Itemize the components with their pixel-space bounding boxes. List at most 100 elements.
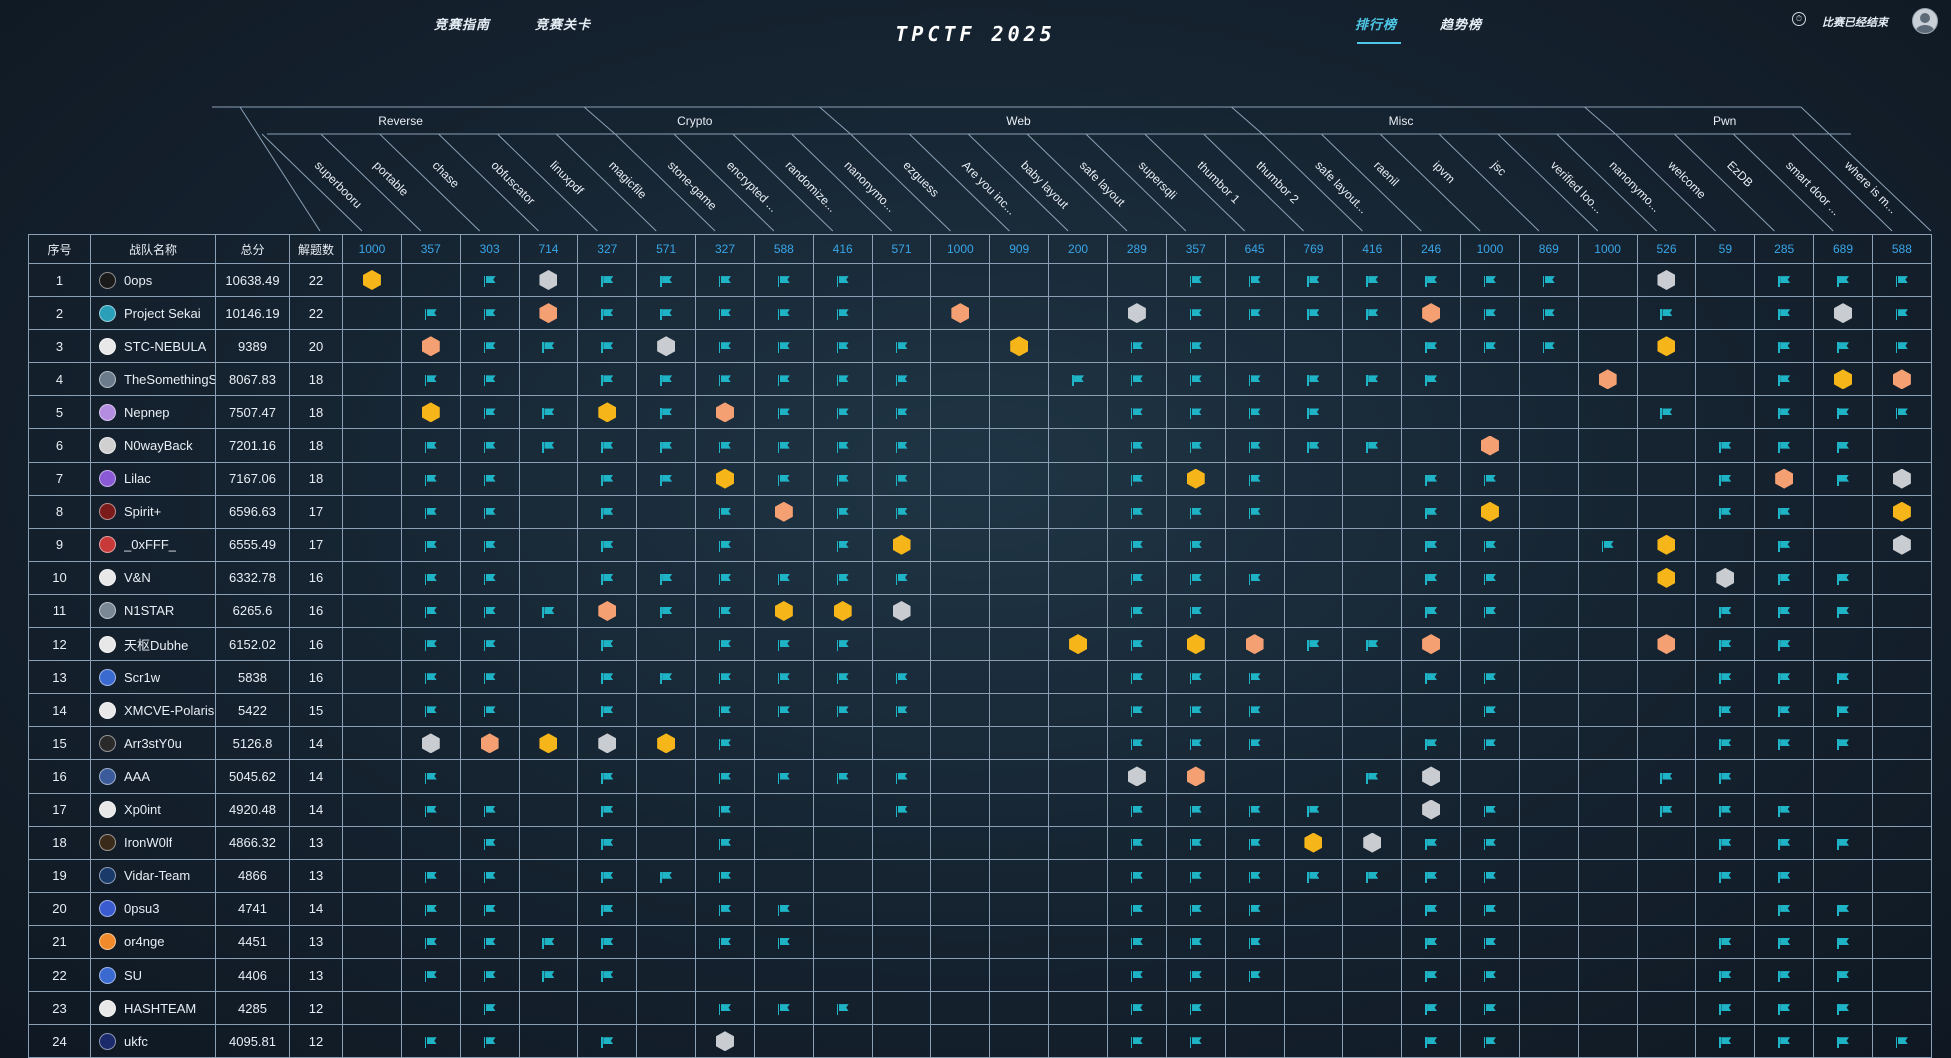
challenge-name-label[interactable]: magicfile: [606, 158, 650, 202]
table-row[interactable]: 16 AAA 5045.62 14: [28, 759, 1932, 794]
challenge-name-label[interactable]: raenil: [1371, 158, 1402, 189]
team-name[interactable]: ukfc: [124, 1034, 148, 1049]
table-row[interactable]: 2 Project Sekai 10146.19 22: [28, 296, 1932, 331]
team-cell[interactable]: 0ops: [90, 262, 216, 298]
table-row[interactable]: 14 XMCVE-Polaris 5422 15: [28, 693, 1932, 728]
team-cell[interactable]: Xp0int: [90, 792, 216, 827]
team-name[interactable]: Project Sekai: [124, 306, 201, 321]
team-name[interactable]: N0wayBack: [124, 438, 193, 453]
team-name[interactable]: 0ops: [124, 273, 152, 288]
challenge-name-label[interactable]: nanonymo...: [1607, 158, 1664, 215]
team-cell[interactable]: TheSomethingSome: [90, 362, 216, 397]
team-cell[interactable]: Project Sekai: [90, 296, 216, 331]
challenge-name-label[interactable]: stone-game: [665, 158, 720, 213]
team-name[interactable]: 天枢Dubhe: [124, 635, 188, 654]
table-row[interactable]: 8 Spirit+ 6596.63 17: [28, 494, 1932, 529]
team-cell[interactable]: HASHTEAM: [90, 991, 216, 1026]
team-name[interactable]: Lilac: [124, 471, 151, 486]
challenge-name-label[interactable]: chase: [430, 158, 463, 191]
solve-cell: [1224, 825, 1285, 860]
team-name[interactable]: XMCVE-Polaris: [124, 703, 214, 718]
team-cell[interactable]: Lilac: [90, 461, 216, 496]
table-row[interactable]: 7 Lilac 7167.06 18: [28, 461, 1932, 496]
team-name[interactable]: Spirit+: [124, 504, 161, 519]
table-row[interactable]: 1 0ops 10638.49 22: [28, 262, 1932, 298]
table-row[interactable]: 22 SU 4406 13: [28, 957, 1932, 993]
challenge-name-label[interactable]: ezguess: [900, 158, 942, 200]
table-row[interactable]: 18 IronW0lf 4866.32 13: [28, 825, 1932, 860]
team-cell[interactable]: 天枢Dubhe: [90, 627, 216, 662]
table-row[interactable]: 6 N0wayBack 7201.16 18: [28, 428, 1932, 463]
team-cell[interactable]: AAA: [90, 759, 216, 794]
challenge-name-label[interactable]: encrypted ...: [724, 158, 781, 215]
table-row[interactable]: 20 0psu3 4741 14: [28, 891, 1932, 926]
table-row[interactable]: 9 _0xFFF_ 6555.49 17: [28, 527, 1932, 562]
team-cell[interactable]: N0wayBack: [90, 428, 216, 463]
team-name[interactable]: Xp0int: [124, 802, 161, 817]
challenge-name-label[interactable]: randomize...: [783, 158, 840, 215]
team-cell[interactable]: V&N: [90, 560, 216, 595]
team-cell[interactable]: Vidar-Team: [90, 858, 216, 893]
team-cell[interactable]: N1STAR: [90, 593, 216, 629]
table-row[interactable]: 5 Nepnep 7507.47 18: [28, 395, 1932, 430]
table-row[interactable]: 3 STC-NEBULA 9389 20: [28, 329, 1932, 364]
challenge-points-24: 285: [1754, 234, 1815, 264]
challenge-name-label[interactable]: baby layout: [1018, 158, 1072, 212]
team-name[interactable]: _0xFFF_: [124, 537, 176, 552]
table-row[interactable]: 13 Scr1w 5838 16: [28, 660, 1932, 695]
team-name[interactable]: Scr1w: [124, 670, 160, 685]
challenge-name-label[interactable]: verified loo...: [1548, 158, 1606, 216]
team-name[interactable]: STC-NEBULA: [124, 339, 206, 354]
first-blood-gold-icon: [1834, 369, 1853, 390]
team-name[interactable]: 0psu3: [124, 901, 159, 916]
solved-flag-icon: [1778, 540, 1790, 552]
table-row[interactable]: 11 N1STAR 6265.6 16: [28, 593, 1932, 629]
challenge-name-label[interactable]: welcome: [1665, 158, 1709, 202]
table-row[interactable]: 12 天枢Dubhe 6152.02 16: [28, 627, 1932, 662]
challenge-name-label[interactable]: nanonymo...: [842, 158, 899, 215]
team-name[interactable]: or4nge: [124, 934, 164, 949]
team-cell[interactable]: STC-NEBULA: [90, 329, 216, 364]
challenge-name-label[interactable]: safe layout...: [1312, 158, 1370, 216]
team-name[interactable]: HASHTEAM: [124, 1001, 196, 1016]
table-row[interactable]: 24 ukfc 4095.81 12: [28, 1024, 1932, 1058]
team-cell[interactable]: Spirit+: [90, 494, 216, 529]
team-cell[interactable]: Arr3stY0u: [90, 726, 216, 761]
team-cell[interactable]: ukfc: [90, 1024, 216, 1058]
team-name[interactable]: Arr3stY0u: [124, 736, 182, 751]
table-row[interactable]: 17 Xp0int 4920.48 14: [28, 792, 1932, 827]
team-cell[interactable]: IronW0lf: [90, 825, 216, 860]
challenge-name-label[interactable]: supersqli: [1136, 158, 1180, 202]
challenge-name-label[interactable]: portable: [371, 158, 412, 199]
challenge-name-label[interactable]: where is m...: [1841, 158, 1900, 217]
team-name[interactable]: Vidar-Team: [124, 868, 190, 883]
table-row[interactable]: 19 Vidar-Team 4866 13: [28, 858, 1932, 893]
challenge-name-label[interactable]: smart door ...: [1783, 158, 1843, 218]
challenge-name-label[interactable]: Are you inc...: [959, 158, 1018, 217]
challenge-name-label[interactable]: EzDB: [1724, 158, 1756, 190]
table-row[interactable]: 21 or4nge 4451 13: [28, 924, 1932, 959]
team-name[interactable]: Nepnep: [124, 405, 170, 420]
table-row[interactable]: 4 TheSomethingSome8067.8318: [28, 362, 1932, 397]
team-cell[interactable]: _0xFFF_: [90, 527, 216, 562]
team-cell[interactable]: or4nge: [90, 924, 216, 959]
team-name[interactable]: AAA: [124, 769, 150, 784]
team-cell[interactable]: 0psu3: [90, 891, 216, 926]
team-cell[interactable]: Scr1w: [90, 660, 216, 695]
table-row[interactable]: 23 HASHTEAM 4285 12: [28, 991, 1932, 1026]
team-name[interactable]: V&N: [124, 570, 151, 585]
challenge-name-label[interactable]: ipvm: [1430, 158, 1458, 186]
team-cell[interactable]: XMCVE-Polaris: [90, 693, 216, 728]
team-name[interactable]: IronW0lf: [124, 835, 172, 850]
challenge-name-label[interactable]: superbooru: [312, 158, 365, 211]
team-cell[interactable]: Nepnep: [90, 395, 216, 430]
team-name[interactable]: TheSomethingSome: [124, 372, 215, 387]
challenge-name-label[interactable]: safe layout: [1077, 158, 1128, 209]
team-name[interactable]: N1STAR: [124, 603, 174, 618]
table-row[interactable]: 10 V&N 6332.78 16: [28, 560, 1932, 595]
challenge-name-label[interactable]: jsc: [1488, 158, 1509, 179]
team-cell[interactable]: SU: [90, 957, 216, 993]
team-name[interactable]: SU: [124, 968, 142, 983]
challenge-name-label[interactable]: linuxpdf: [547, 158, 587, 198]
table-row[interactable]: 15 Arr3stY0u 5126.8 14: [28, 726, 1932, 761]
